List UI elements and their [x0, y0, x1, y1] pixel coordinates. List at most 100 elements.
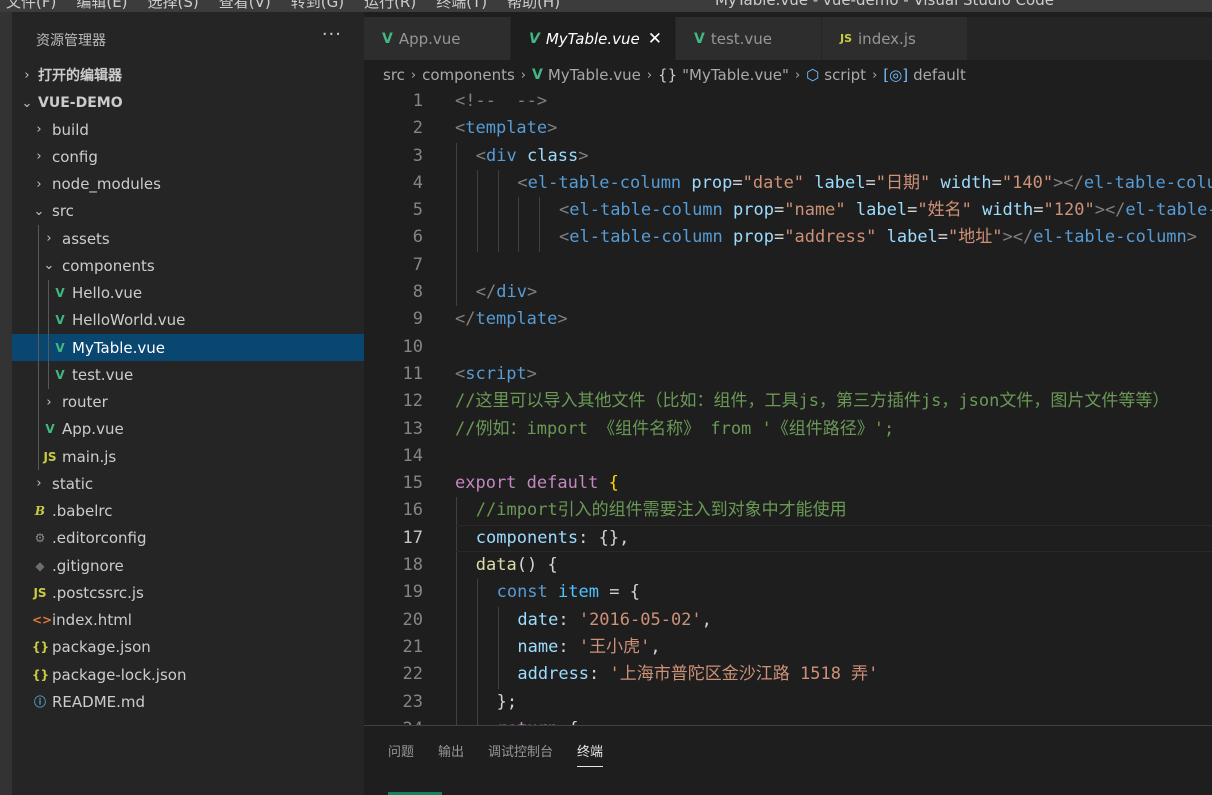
tree-file[interactable]: V MyTable.vue [12, 334, 364, 362]
code-line: 9 </template> [364, 306, 1212, 333]
breadcrumb-file[interactable]: MyTable.vue [548, 66, 641, 84]
code-line: 6 <el-table-column prop="address" label="… [364, 224, 1212, 252]
explorer-sidebar: 资源管理器 ··· › 打开的编辑器 ⌄ VUE-DEMO › build › con… [12, 12, 364, 795]
panel-tabs: 问题 输出 调试控制台 终端 [388, 741, 604, 767]
code-line: 5 <el-table-column prop="name" label="姓名"… [364, 197, 1212, 225]
editor-tab[interactable]: V App.vue [364, 17, 511, 60]
menu-item[interactable]: 查看(V) [219, 0, 271, 12]
menu-item[interactable]: 文件(F) [6, 0, 56, 12]
tree-folder[interactable]: › node_modules [12, 171, 364, 198]
panel-tab[interactable]: 输出 [438, 741, 464, 767]
tree-folder[interactable]: › assets [12, 225, 364, 253]
tree-folder[interactable]: ⌄ src [12, 198, 364, 225]
tree-item-label: Hello.vue [72, 284, 143, 303]
code-line: 20 date: '2016-05-02', [364, 606, 1212, 634]
tree-file[interactable]: {} package.json [12, 634, 364, 661]
panel-tab[interactable]: 终端 [577, 741, 604, 767]
chevron-down-icon: ⌄ [43, 258, 55, 274]
more-actions-icon[interactable]: ··· [322, 24, 342, 45]
chevron-right-icon: › [410, 67, 417, 83]
code-text: <div class> [475, 145, 589, 166]
menu-item[interactable]: 运行(R) [364, 0, 416, 12]
indent-guide [456, 606, 457, 634]
code-line: 10 [364, 334, 1212, 361]
tree-file[interactable]: JS .postcssrc.js [12, 579, 364, 606]
tree-folder[interactable]: › build [12, 116, 364, 143]
breadcrumb-components[interactable]: components [422, 66, 515, 84]
breadcrumb-object[interactable]: "MyTable.vue" [682, 66, 789, 84]
vue-file-icon: V [55, 313, 65, 328]
line-number: 14 [402, 445, 423, 466]
chevron-right-icon: › [46, 231, 52, 247]
project-section[interactable]: ⌄ VUE-DEMO [12, 90, 364, 116]
menu-item[interactable]: 编辑(E) [76, 0, 127, 12]
indent-guide [456, 279, 457, 307]
tree-file[interactable]: B .babelrc [12, 498, 364, 525]
editor-tab[interactable]: V MyTable.vue ✕ [511, 17, 676, 60]
tree-file[interactable]: {} package-lock.json [12, 661, 364, 688]
close-icon[interactable]: ✕ [648, 29, 662, 49]
menu-bar: 文件(F) 编辑(E) 选择(S) 查看(V) 转到(G) 运行(R) 终端(T) 帮助(H)… [0, 0, 1212, 12]
tree-item-label: static [52, 474, 94, 493]
tab-label: MyTable.vue [545, 29, 640, 48]
tree-folder[interactable]: › config [12, 143, 364, 170]
indent-guide [539, 197, 541, 225]
chevron-right-icon: › [46, 394, 52, 410]
tree-folder[interactable]: › static [12, 470, 364, 497]
panel-tab[interactable]: 问题 [388, 741, 414, 767]
line-number: 1 [412, 91, 423, 111]
code-line: 24 return { [364, 715, 1212, 725]
breadcrumb-script[interactable]: script [824, 66, 866, 84]
chevron-right-icon: › [872, 67, 878, 83]
tree-folder[interactable]: › router [12, 388, 364, 416]
gear-icon: ⚙ [34, 531, 46, 546]
tree-file[interactable]: ◆ .gitignore [12, 552, 364, 579]
open-editors-section[interactable]: › 打开的编辑器 [12, 62, 364, 88]
tree-item-label: .gitignore [52, 556, 124, 575]
menu-items: 文件(F) 编辑(E) 选择(S) 查看(V) 转到(G) 运行(R) 终端(T) 帮助(H) [6, 0, 560, 12]
code-line: 16 //import引入的组件需要注入到对象中才能使用 [364, 497, 1212, 525]
line-number: 6 [412, 227, 423, 248]
menu-item[interactable]: 帮助(H) [507, 0, 560, 12]
tree-file[interactable]: ⚙ .editorconfig [12, 525, 364, 552]
tree-file[interactable]: Vtest.vue [12, 361, 364, 389]
code-text: <template> [455, 118, 558, 139]
menu-item[interactable]: 选择(S) [148, 0, 199, 12]
tree-item-label: components [62, 256, 155, 275]
tree-file[interactable]: ⓘ README.md [12, 688, 364, 715]
indent-guide [497, 633, 499, 662]
menu-item[interactable]: 转到(G) [291, 0, 344, 12]
code-line: 13 //例如：import 《组件名称》 from '《组件路径》'; [364, 416, 1212, 443]
line-number: 21 [402, 636, 423, 657]
editor-tab[interactable]: JS index.js [822, 17, 968, 60]
indent-guide [476, 661, 478, 689]
breadcrumb-src[interactable]: src [383, 66, 405, 84]
tree-folder[interactable]: ⌄ components [12, 252, 364, 280]
tree-file[interactable]: V HelloWorld.vue [12, 306, 364, 334]
line-number: 17 [402, 527, 423, 548]
tree-file[interactable]: V Hello.vue [12, 279, 364, 307]
indent-guide [539, 224, 541, 252]
panel-tab[interactable]: 调试控制台 [488, 741, 553, 767]
vue-file-icon: V [694, 30, 705, 47]
code-text: //这里可以导入其他文件（比如：组件，工具js，第三方插件js，json文件，图… [455, 391, 1170, 412]
indent-guide [38, 443, 39, 471]
tree-file[interactable]: JS main.js [12, 443, 364, 471]
menu-item[interactable]: 终端(T) [436, 0, 487, 12]
tree-file[interactable]: <> index.html [12, 607, 364, 634]
json-file-icon: {} [32, 667, 50, 682]
indent-guide [476, 688, 478, 716]
code-editor[interactable]: 1 <!-- --> 2 <template> 3 <div class> 4 <el-tab… [364, 88, 1212, 725]
line-number: 20 [402, 609, 423, 630]
line-number: 19 [402, 582, 423, 603]
line-number: 15 [402, 473, 423, 494]
indent-guide [476, 606, 478, 634]
tree-file[interactable]: V App.vue [12, 415, 364, 443]
tree-item-label: .editorconfig [52, 529, 147, 548]
breadcrumb-default[interactable]: default [913, 66, 966, 84]
code-line: 15 export default { [364, 470, 1212, 497]
editor-tab[interactable]: Vtest.vue [676, 17, 822, 60]
indent-guide [38, 252, 39, 280]
code-text: const item = { [496, 582, 640, 603]
window-title: MyTable.vue - vue-demo - Visual Studio C… [715, 0, 1054, 9]
